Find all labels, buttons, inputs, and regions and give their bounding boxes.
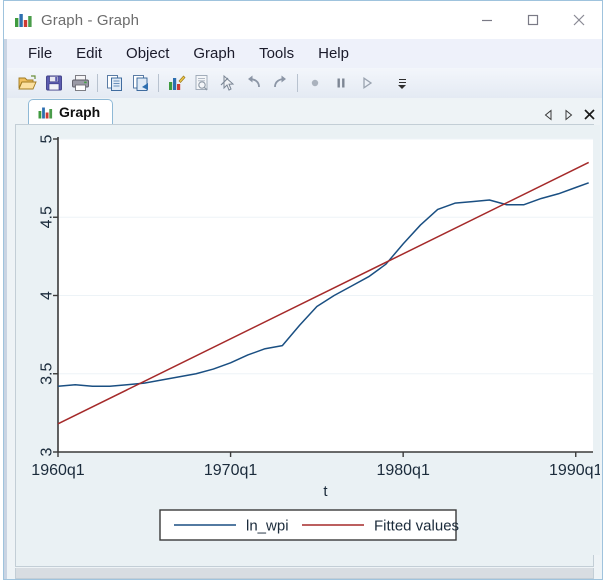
pointer-button[interactable] — [215, 71, 241, 95]
copy-button[interactable] — [102, 71, 128, 95]
tab-navigation — [543, 108, 596, 121]
redo-button[interactable] — [267, 71, 293, 95]
preview-button[interactable] — [189, 71, 215, 95]
menu-item-help[interactable]: Help — [306, 43, 361, 64]
bar-chart-icon — [15, 14, 32, 27]
copy-icon — [106, 75, 122, 91]
undo-icon — [248, 75, 260, 88]
menu-item-graph[interactable]: Graph — [181, 43, 247, 64]
pointer-icon — [220, 74, 235, 91]
print-icon — [71, 75, 89, 91]
toolbar-separator — [97, 74, 98, 92]
menu-item-object[interactable]: Object — [114, 43, 181, 64]
maximize-button[interactable] — [510, 1, 556, 39]
toolbar — [4, 68, 602, 98]
status-bar — [15, 568, 594, 579]
tab-next-button[interactable] — [563, 108, 574, 121]
close-icon — [573, 14, 585, 26]
close-button[interactable] — [556, 1, 602, 39]
minimize-icon — [482, 19, 492, 22]
x-tick-label: 1980q1 — [376, 462, 429, 479]
save-icon — [46, 75, 62, 91]
title-bar: Graph - Graph — [4, 1, 602, 39]
tab-close-button[interactable] — [583, 108, 596, 121]
tab-graph[interactable]: Graph — [28, 99, 114, 124]
y-tick-label: 5 — [39, 134, 56, 143]
close-icon — [584, 109, 595, 120]
pause-icon — [337, 78, 345, 88]
tab-label: Graph — [59, 104, 101, 120]
graph-editor-button[interactable] — [163, 71, 189, 95]
save-button[interactable] — [41, 71, 67, 95]
y-tick-label: 4.5 — [39, 206, 56, 228]
menu-item-file[interactable]: File — [16, 43, 64, 64]
x-tick-label: 1960q1 — [31, 462, 84, 479]
y-tick-label: 3.5 — [39, 363, 56, 385]
record-button[interactable] — [302, 71, 328, 95]
y-tick-label: 3 — [39, 447, 56, 456]
toolbar-overflow-button[interactable] — [396, 72, 408, 94]
legend-label: Fitted values — [374, 518, 459, 535]
print-button[interactable] — [67, 71, 93, 95]
overflow-line — [398, 78, 406, 80]
open-icon — [18, 75, 37, 90]
paste-button[interactable] — [128, 71, 154, 95]
chevron-right-icon — [565, 108, 573, 121]
graph-editor-icon — [168, 75, 185, 90]
preview-icon — [195, 75, 208, 91]
legend-label: ln_wpi — [246, 518, 289, 535]
menu-item-tools[interactable]: Tools — [247, 43, 306, 64]
y-tick-label: 4 — [39, 291, 56, 300]
chevron-down-icon — [398, 84, 406, 89]
x-tick-label: 1990q1 — [549, 462, 600, 479]
pause-button[interactable] — [328, 71, 354, 95]
menu-bar: File Edit Object Graph Tools Help — [4, 39, 602, 68]
open-button[interactable] — [15, 71, 41, 95]
graph-canvas-area: 3 3.5 4 4.5 5 1960q1 1970q1 1980q1 1990q1 t ln_wpi… — [4, 124, 602, 579]
paste-icon — [132, 75, 148, 91]
toolbar-separator — [158, 74, 159, 92]
bar-chart-icon — [38, 107, 53, 118]
minimize-button[interactable] — [464, 1, 510, 39]
record-icon — [311, 79, 319, 87]
stata-graph-plot: 33.544.551960q1 1970q1 1980q1 1990q1tln_wpi… — [16, 125, 600, 555]
undo-button[interactable] — [241, 71, 267, 95]
menu-item-edit[interactable]: Edit — [64, 43, 114, 64]
play-button[interactable] — [354, 71, 380, 95]
x-tick-label: 1970q1 — [204, 462, 257, 479]
tab-strip: Graph — [4, 98, 602, 124]
tab-prev-button[interactable] — [543, 108, 554, 121]
graph-surface[interactable]: 3 3.5 4 4.5 5 1960q1 1970q1 1980q1 1990q1 t ln_wpi… — [15, 124, 600, 567]
window-title: Graph - Graph — [41, 11, 140, 29]
toolbar-separator — [297, 74, 298, 92]
redo-icon — [274, 75, 286, 88]
play-icon — [363, 76, 373, 90]
maximize-icon — [527, 14, 539, 26]
graph-window: Graph - Graph File Edit Object Graph Too… — [3, 0, 603, 580]
overflow-line — [398, 81, 406, 83]
window-controls — [464, 1, 602, 39]
chevron-left-icon — [544, 108, 552, 121]
